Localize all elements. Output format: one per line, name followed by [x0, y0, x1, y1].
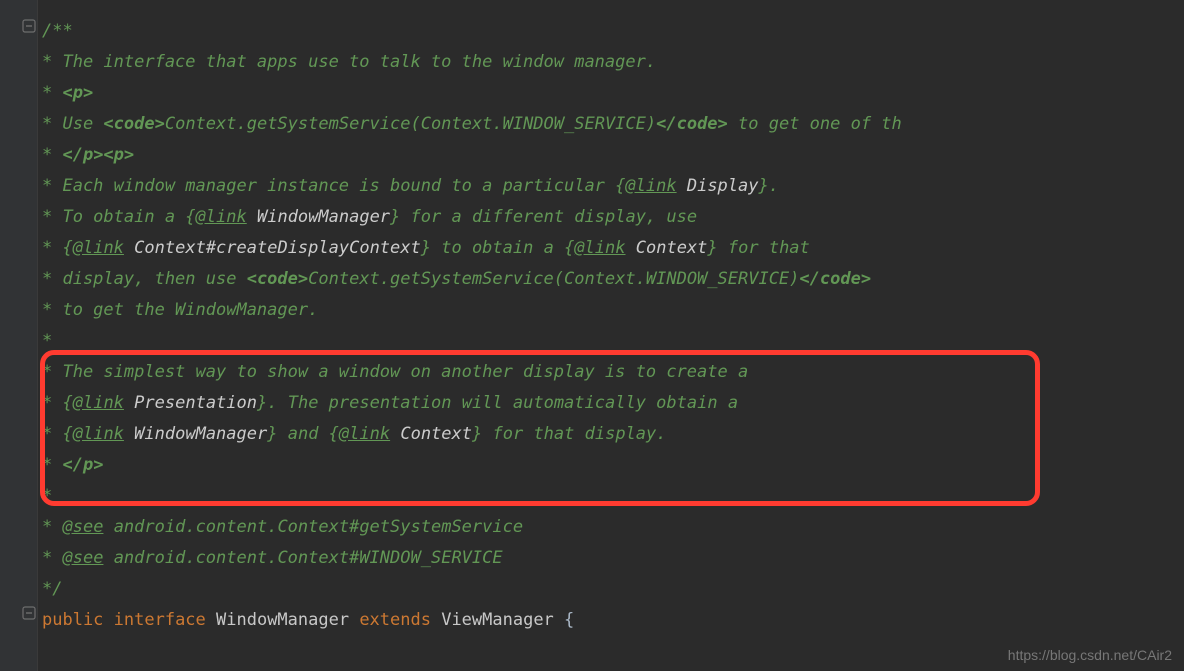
javadoc-text: . [769, 176, 779, 196]
link-target: Context [400, 424, 472, 444]
brace: } [472, 424, 482, 444]
link-target: Context#createDisplayContext [134, 238, 421, 258]
brace: } [390, 207, 400, 227]
see-tag: @see [62, 548, 103, 568]
link-tag: @link [73, 424, 124, 444]
link-tag: @link [339, 424, 390, 444]
see-tag: @see [62, 517, 103, 537]
javadoc-line: * The simplest way to show a window on a… [42, 362, 748, 382]
sp [626, 238, 636, 258]
see-target: android.content.Context#getSystemService [114, 517, 523, 537]
see-target: android.content.Context#WINDOW_SERVICE [114, 548, 503, 568]
javadoc-line: * [42, 238, 62, 258]
brace: } [267, 424, 277, 444]
code-ref: Context.getSystemService(Context.WINDOW_… [308, 269, 799, 289]
watermark-text: https://blog.csdn.net/CAir2 [1008, 647, 1172, 663]
link-target: WindowManager [134, 424, 267, 444]
brace: { [615, 176, 625, 196]
javadoc-text: for that [718, 238, 810, 258]
sp [103, 517, 113, 537]
html-tag: </p> [62, 455, 103, 475]
keyword-interface: interface [114, 610, 216, 630]
javadoc-line: * To obtain a [42, 207, 185, 227]
link-target: WindowManager [257, 207, 390, 227]
javadoc-line: * [42, 548, 62, 568]
javadoc-open: /** [42, 21, 73, 41]
class-name: WindowManager [216, 610, 359, 630]
open-brace: { [564, 610, 574, 630]
brace: } [759, 176, 769, 196]
brace: } [257, 393, 267, 413]
link-tag: @link [574, 238, 625, 258]
javadoc-close: */ [42, 579, 62, 599]
link-target: Context [636, 238, 708, 258]
html-tag: <p> [62, 83, 93, 103]
fold-minus-icon[interactable] [22, 605, 36, 619]
keyword-extends: extends [359, 610, 441, 630]
html-tag: <code> [247, 269, 308, 289]
sp [124, 393, 134, 413]
javadoc-line: * [42, 424, 62, 444]
javadoc-text: to obtain a [431, 238, 564, 258]
html-tag: </code> [799, 269, 871, 289]
javadoc-line: * [42, 145, 62, 165]
code-editor[interactable]: /** * The interface that apps use to tal… [42, 16, 1184, 636]
brace: { [62, 238, 72, 258]
html-tag: </p><p> [62, 145, 134, 165]
brace: } [707, 238, 717, 258]
sp [103, 548, 113, 568]
javadoc-text: for a different display, use [400, 207, 697, 227]
javadoc-line: * Each window manager instance is bound … [42, 176, 615, 196]
link-target: Presentation [134, 393, 257, 413]
sp [247, 207, 257, 227]
sp [124, 424, 134, 444]
keyword-public: public [42, 610, 114, 630]
javadoc-line: * [42, 455, 62, 475]
link-tag: @link [196, 207, 247, 227]
html-tag: <code> [103, 114, 164, 134]
sp [390, 424, 400, 444]
html-tag: </code> [656, 114, 728, 134]
link-target: Display [687, 176, 759, 196]
sp [124, 238, 134, 258]
fold-minus-icon[interactable] [22, 18, 36, 32]
brace: { [564, 238, 574, 258]
javadoc-line: * [42, 517, 62, 537]
brace: { [62, 393, 72, 413]
super-class: ViewManager [441, 610, 564, 630]
brace: { [185, 207, 195, 227]
javadoc-line: * [42, 331, 52, 351]
brace: { [329, 424, 339, 444]
brace: { [62, 424, 72, 444]
javadoc-line: * display, then use [42, 269, 247, 289]
javadoc-line: * [42, 83, 62, 103]
sp [677, 176, 687, 196]
javadoc-text: for that display. [482, 424, 666, 444]
javadoc-line: * Use [42, 114, 103, 134]
javadoc-line: * to get the WindowManager. [42, 300, 318, 320]
javadoc-line: * [42, 486, 52, 506]
link-tag: @link [73, 238, 124, 258]
link-tag: @link [73, 393, 124, 413]
brace: } [421, 238, 431, 258]
editor-gutter [0, 0, 38, 671]
javadoc-text: to get one of th [728, 114, 902, 134]
javadoc-text: . The presentation will automatically ob… [267, 393, 738, 413]
javadoc-text: and [277, 424, 328, 444]
code-ref: Context.getSystemService(Context.WINDOW_… [165, 114, 656, 134]
javadoc-line: * [42, 393, 62, 413]
javadoc-line: * The interface that apps use to talk to… [42, 52, 656, 72]
link-tag: @link [625, 176, 676, 196]
